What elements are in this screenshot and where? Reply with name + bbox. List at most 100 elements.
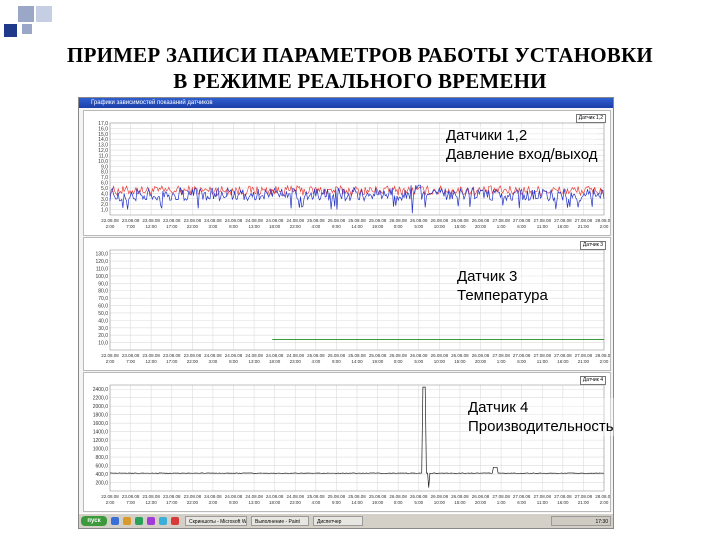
x-tick-label: 26.08.08 (431, 494, 449, 499)
y-tick-label: 70,0 (98, 296, 108, 302)
x-tick-label: 28.08.08 (595, 494, 610, 499)
x-tick-label: 20:00 (475, 359, 487, 364)
x-tick-label: 14:00 (351, 500, 363, 505)
x-tick-label: 4:00 (311, 359, 320, 364)
x-tick-label: 8:00 (229, 500, 238, 505)
x-tick-label: 25.08.08 (348, 353, 366, 358)
quicklaunch-icon[interactable] (159, 517, 167, 525)
y-tick-label: 50,0 (98, 311, 108, 317)
x-tick-label: 6:00 (517, 359, 526, 364)
quicklaunch-icon[interactable] (171, 517, 179, 525)
y-tick-label: 80,0 (98, 289, 108, 295)
sensor12-label-line1: Датчики 1,2 (446, 127, 528, 144)
x-tick-label: 27.08.08 (533, 218, 551, 223)
x-tick-label: 3:00 (209, 224, 218, 229)
x-tick-label: 24.08.08 (225, 218, 243, 223)
sensor-select[interactable]: Датчик 1,2 (575, 114, 606, 123)
x-tick-label: 5:00 (414, 500, 423, 505)
x-tick-label: 9:00 (332, 359, 341, 364)
sensor3-label-line2: Температура (457, 287, 548, 304)
productivity-chart: 2400,0 2200,0 2000,0 1800,0 1600,0 1400,0 1200… (93, 384, 610, 505)
slide-title-line2: В РЕЖИМЕ РЕАЛЬНОГО ВРЕМЕНИ (173, 69, 547, 93)
x-tick-label: 27.08.08 (575, 218, 593, 223)
x-tick-label: 4:00 (311, 500, 320, 505)
x-tick-label: 11:00 (537, 359, 548, 364)
x-tick-label: 20:00 (475, 224, 487, 229)
x-tick-label: 26.08.08 (472, 218, 490, 223)
sensor4-label-line1: Датчик 4 (468, 399, 529, 416)
x-tick-label: 6:00 (517, 224, 526, 229)
taskbar-task[interactable]: Диспетчер (313, 516, 363, 526)
x-tick-label: 0:00 (394, 359, 403, 364)
x-tick-label: 26.08.08 (389, 218, 407, 223)
y-tick-label: 100,0 (95, 274, 108, 280)
y-tick-label: 30,0 (98, 326, 108, 332)
y-tick-label: 1800,0 (93, 413, 109, 419)
x-tick-label: 4:00 (311, 224, 320, 229)
quicklaunch-icon[interactable] (135, 517, 143, 525)
corner-decoration (4, 24, 17, 37)
quicklaunch-icon[interactable] (111, 517, 119, 525)
x-tick-label: 0:00 (394, 224, 403, 229)
y-tick-label: 800,0 (95, 455, 108, 461)
x-tick-label: 24.08.08 (204, 353, 222, 358)
x-tick-label: 25.08.08 (369, 494, 387, 499)
y-tick-label: 110,0 (96, 267, 108, 273)
x-tick-label: 23.08.08 (163, 494, 181, 499)
x-tick-label: 25.08.08 (369, 353, 387, 358)
x-tick-label: 2:00 (600, 359, 609, 364)
x-tick-label: 27.08.08 (575, 494, 593, 499)
y-tick-label: 40,0 (98, 318, 108, 324)
x-tick-label: 17:00 (166, 224, 178, 229)
x-tick-label: 23:00 (290, 500, 302, 505)
x-tick-label: 24.08.08 (204, 494, 222, 499)
x-tick-label: 23.08.08 (142, 494, 160, 499)
x-tick-label: 2:00 (106, 224, 115, 229)
x-tick-label: 23.08.08 (122, 494, 140, 499)
sensor-select[interactable]: Датчик 3 (579, 241, 606, 250)
y-tick-label: 600,0 (95, 464, 108, 470)
taskbar-task[interactable]: Выполнение - Paint (251, 516, 309, 526)
x-tick-label: 2:00 (600, 224, 609, 229)
start-button[interactable]: пуск (81, 516, 107, 526)
x-tick-label: 22:00 (187, 500, 199, 505)
x-tick-label: 8:00 (229, 224, 238, 229)
y-tick-label: 1400,0 (93, 430, 109, 436)
x-tick-label: 24.08.08 (225, 494, 243, 499)
x-tick-label: 9:00 (332, 224, 341, 229)
quicklaunch-icon[interactable] (123, 517, 131, 525)
taskbar-task[interactable]: Скриншоты - Microsoft Word (185, 516, 247, 526)
y-tick-label: 400,0 (95, 472, 108, 478)
slide-title: ПРИМЕР ЗАПИСИ ПАРАМЕТРОВ РАБОТЫ УСТАНОВК… (0, 42, 720, 94)
y-tick-label: 10,0 (98, 341, 108, 347)
sensor-select[interactable]: Датчик 4 (579, 376, 606, 385)
sensor4-label: Датчик 4 Производительность (468, 398, 614, 436)
corner-decoration (22, 24, 32, 34)
y-tick-label: 2000,0 (93, 404, 109, 410)
x-tick-label: 28.08.08 (595, 353, 610, 358)
x-tick-label: 27.08.08 (492, 494, 510, 499)
x-tick-label: 23.08.08 (163, 353, 181, 358)
x-tick-label: 23.08.08 (184, 218, 202, 223)
x-tick-label: 27.08.08 (513, 494, 531, 499)
system-tray-clock: 17:30 (551, 516, 611, 526)
x-tick-label: 23.08.08 (184, 494, 202, 499)
x-tick-label: 19:00 (372, 359, 384, 364)
x-tick-label: 17:00 (166, 500, 178, 505)
quicklaunch-icon[interactable] (147, 517, 155, 525)
x-tick-label: 22.08.08 (101, 353, 119, 358)
x-tick-label: 9:00 (332, 500, 341, 505)
x-tick-label: 26.08.08 (431, 353, 449, 358)
taskbar: пуск Скриншоты - Microsoft Word Выполнен… (79, 513, 613, 528)
x-tick-label: 26.08.08 (410, 353, 428, 358)
x-tick-label: 24.08.08 (245, 353, 263, 358)
y-tick-label: 1,0 (101, 208, 108, 214)
x-tick-label: 14:00 (351, 224, 363, 229)
window-title: Графики зависимостей показаний датчиков (79, 98, 613, 108)
x-tick-label: 12:00 (146, 359, 158, 364)
y-tick-label: 120,0 (95, 259, 108, 265)
x-tick-label: 22:00 (187, 224, 199, 229)
x-tick-label: 27.08.08 (554, 494, 572, 499)
x-tick-label: 25.08.08 (348, 494, 366, 499)
x-tick-label: 26.08.08 (451, 353, 469, 358)
